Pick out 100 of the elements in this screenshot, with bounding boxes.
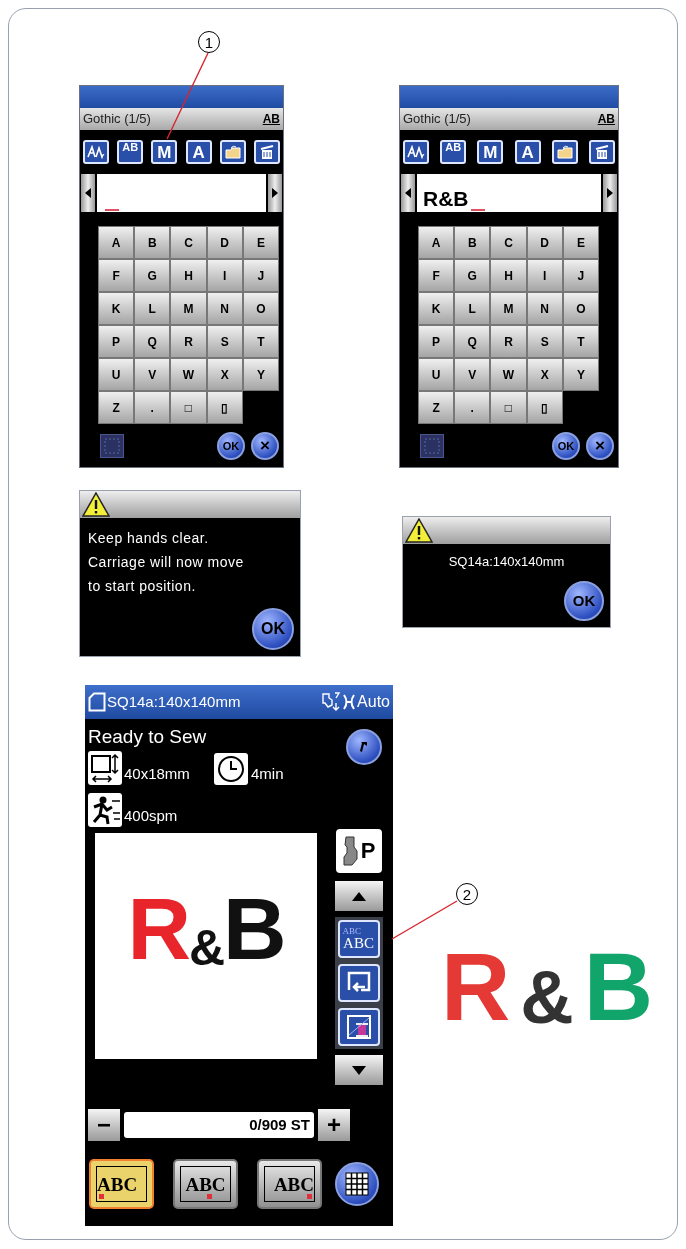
dialog-message: Keep hands clear. Carriage will now move to start position. — [87, 529, 245, 596]
tool-button[interactable] — [253, 140, 280, 164]
key-button[interactable]: V — [134, 358, 171, 391]
left-arrow-button[interactable] — [401, 174, 415, 212]
key-button[interactable]: C — [170, 226, 207, 259]
key-button[interactable]: H — [490, 259, 527, 292]
key-button[interactable]: Q — [454, 325, 491, 358]
key-button[interactable]: G — [134, 259, 171, 292]
tool-button[interactable] — [551, 140, 578, 164]
trash-icon — [593, 144, 610, 160]
key-button[interactable]: T — [242, 325, 279, 358]
key-button[interactable]: A — [418, 226, 455, 259]
key-button[interactable]: K — [98, 292, 135, 325]
tool-button[interactable]: AB — [117, 140, 144, 164]
tool-button[interactable]: A — [514, 140, 541, 164]
tool-button[interactable] — [588, 140, 615, 164]
text-input-field[interactable] — [97, 174, 266, 212]
key-button[interactable]: Y — [562, 358, 599, 391]
key-button[interactable]: B — [454, 226, 491, 259]
layout-button[interactable]: ABC — [89, 1159, 154, 1209]
cancel-button[interactable]: × — [251, 432, 279, 460]
key-button[interactable]: W — [170, 358, 207, 391]
key-button[interactable]: B — [134, 226, 171, 259]
key-button[interactable]: U — [98, 358, 135, 391]
key-button[interactable]: M — [490, 292, 527, 325]
key-button[interactable]: V — [454, 358, 491, 391]
key-button[interactable]: X — [526, 358, 563, 391]
key-button[interactable]: Q — [134, 325, 171, 358]
key-button[interactable]: I — [526, 259, 563, 292]
key-button[interactable]: H — [170, 259, 207, 292]
key-button[interactable]: E — [242, 226, 279, 259]
key-button[interactable]: □ — [170, 391, 207, 424]
key-button[interactable]: M — [170, 292, 207, 325]
key-button[interactable]: D — [526, 226, 563, 259]
color-sort-button[interactable]: ABC ABC — [337, 920, 380, 958]
key-button[interactable]: S — [526, 325, 563, 358]
key-button[interactable]: Z — [418, 391, 455, 424]
key-button[interactable]: R — [170, 325, 207, 358]
position-marker — [307, 1194, 312, 1199]
tool-button[interactable]: AB — [440, 140, 467, 164]
text-input-field[interactable]: R&B — [417, 174, 601, 212]
layout-button[interactable]: ABC — [257, 1159, 322, 1209]
key-button[interactable]: G — [454, 259, 491, 292]
presser-foot-button[interactable]: P — [335, 829, 382, 873]
tool-button[interactable] — [219, 140, 246, 164]
key-button[interactable]: N — [526, 292, 563, 325]
ok-button[interactable]: OK — [564, 581, 604, 621]
tool-button[interactable]: M — [477, 140, 504, 164]
tool-button[interactable]: M — [151, 140, 178, 164]
key-button[interactable]: N — [206, 292, 243, 325]
key-button[interactable]: A — [98, 226, 135, 259]
key-button[interactable]: J — [242, 259, 279, 292]
tool-button[interactable]: A — [185, 140, 212, 164]
tool-button[interactable] — [83, 140, 109, 164]
right-arrow-button[interactable] — [603, 174, 617, 212]
ok-button[interactable]: OK — [217, 432, 245, 460]
ok-button[interactable]: OK — [552, 432, 580, 460]
ok-button[interactable]: OK — [252, 608, 294, 650]
key-button[interactable]: I — [206, 259, 243, 292]
key-button[interactable]: Y — [242, 358, 279, 391]
key-button[interactable]: L — [454, 292, 491, 325]
key-button[interactable]: P — [418, 325, 455, 358]
minus-button[interactable]: − — [88, 1109, 120, 1141]
key-button[interactable]: ▯ — [526, 391, 563, 424]
key-button[interactable]: R — [490, 325, 527, 358]
key-button[interactable]: W — [490, 358, 527, 391]
key-button[interactable]: . — [454, 391, 491, 424]
key-button[interactable]: . — [134, 391, 171, 424]
right-arrow-button[interactable] — [268, 174, 282, 212]
key-button[interactable]: Z — [98, 391, 135, 424]
key-button[interactable]: ▯ — [206, 391, 243, 424]
key-button[interactable]: C — [490, 226, 527, 259]
scroll-up-button[interactable] — [334, 881, 383, 911]
key-button[interactable]: O — [242, 292, 279, 325]
grid-button[interactable] — [335, 1162, 379, 1206]
key-button[interactable]: K — [418, 292, 455, 325]
layout-button[interactable]: ABC — [173, 1159, 238, 1209]
key-button[interactable]: P — [98, 325, 135, 358]
key-button[interactable]: E — [562, 226, 599, 259]
return-to-start-button[interactable] — [337, 964, 380, 1002]
key-button[interactable]: S — [206, 325, 243, 358]
key-button[interactable]: F — [98, 259, 135, 292]
sewing-time: 4min — [251, 763, 284, 784]
plus-button[interactable]: + — [318, 1109, 350, 1141]
key-button[interactable]: U — [418, 358, 455, 391]
key-button[interactable]: T — [562, 325, 599, 358]
left-arrow-button[interactable] — [81, 174, 95, 212]
thread-button[interactable] — [337, 1008, 380, 1046]
tool-button[interactable] — [403, 140, 429, 164]
key-button[interactable]: O — [562, 292, 599, 325]
cancel-button[interactable]: × — [586, 432, 614, 460]
key-button[interactable]: X — [206, 358, 243, 391]
key-button[interactable]: L — [134, 292, 171, 325]
key-button[interactable]: J — [562, 259, 599, 292]
key-button[interactable]: D — [206, 226, 243, 259]
return-button[interactable] — [346, 729, 382, 765]
key-button[interactable]: F — [418, 259, 455, 292]
grid-icon — [345, 1172, 369, 1196]
key-button[interactable]: □ — [490, 391, 527, 424]
scroll-down-button[interactable] — [334, 1055, 383, 1085]
